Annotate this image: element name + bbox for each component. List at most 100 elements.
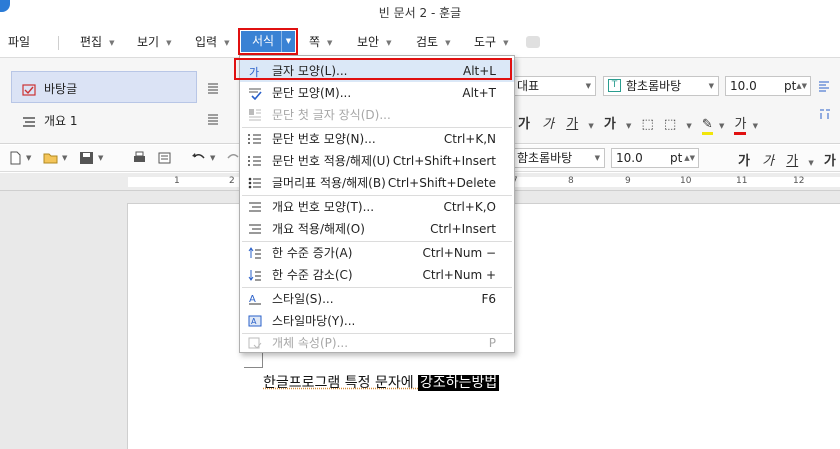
save-icon[interactable] [79,151,94,165]
chevron-down-icon[interactable]: ▼ [626,122,631,130]
strike-icon[interactable]: 가 [604,117,616,132]
menu-item-para-number-toggle[interactable]: 문단 번호 적용/해제(U) Ctrl+Shift+Insert [240,150,514,172]
menu-page[interactable]: 쪽 ▼ [309,31,332,53]
font-color-icon[interactable]: 가 [734,117,747,135]
char-spacing-icon[interactable] [818,107,834,123]
menu-item-outline-number[interactable]: 개요 번호 모양(T)... Ctrl+K,O [240,196,514,218]
open-folder-icon[interactable] [43,151,58,165]
menu-view[interactable]: 보기 ▼ [137,31,171,53]
menu-security-label: 보안 [357,35,380,49]
chevron-down-icon[interactable]: ▼ [281,31,295,52]
menu-review[interactable]: 검토 ▼ [416,31,450,53]
menu-item-outline-toggle[interactable]: 개요 적용/해제(O) Ctrl+Insert [240,218,514,240]
menu-page-label: 쪽 [309,35,321,49]
italic-icon[interactable]: 가 [542,117,554,132]
chevron-down-icon: ▼ [445,38,451,47]
menu-item-label: 글머리표 적용/해제(B) [272,176,386,190]
chevron-down-icon: ▼ [166,38,172,47]
align-icon[interactable] [207,82,219,94]
bold-icon[interactable]: 가 [518,117,530,132]
menu-item-label: 스타일마당(Y)... [272,314,356,328]
document-text-plain: 한글프로그램 특정 문자에 [263,375,419,391]
bold-icon[interactable]: 가 [738,154,750,169]
toolbar-font-size-combo[interactable]: 10.0 pt ▲▼ [611,148,699,168]
menu-item-style[interactable]: A 스타일(S)... F6 [240,288,514,310]
menu-item-para-number[interactable]: 문단 번호 모양(N)... Ctrl+K,N [240,128,514,150]
para-number-toggle-icon [248,156,261,166]
outline-toggle-icon [249,224,261,234]
style-gallery-icon: A [248,315,262,327]
ruler-number: 2 [229,176,235,186]
stepper-icon[interactable]: ▲▼ [796,77,807,95]
font-unit-label: pt [784,79,797,93]
stepper-icon[interactable]: ▲▼ [684,149,695,167]
menu-edit[interactable]: 편집 ▼ [80,31,114,53]
font-combo[interactable]: T 함초롬바탕 ▼ [603,76,719,96]
shade-icon[interactable]: ⬚ [664,117,676,132]
chevron-down-icon[interactable]: ▼ [26,154,31,162]
highlight-pen-icon[interactable]: ✎ [701,117,713,135]
toolbar-font-combo[interactable]: 함초롬바탕 ▼ [514,148,605,168]
menu-item-shortcut: Alt+L [463,64,496,78]
style-item-outline1[interactable]: 개요 1 [22,112,78,129]
menu-format[interactable]: 서식 ▼ [238,28,298,55]
menu-insert[interactable]: 입력 ▼ [195,31,229,53]
menu-item-level-up[interactable]: 한 수준 증가(A) Ctrl+Num − [240,242,514,264]
style-combo[interactable]: 대표 ▼ [514,76,596,96]
menu-item-bullet-toggle[interactable]: 글머리표 적용/해제(B) Ctrl+Shift+Delete [240,172,514,194]
toolbar-font-unit: pt [670,151,683,165]
chevron-down-icon[interactable]: ▼ [686,122,691,130]
menu-item-label: 문단 모양(M)... [272,86,352,100]
chevron-down-icon[interactable]: ▼ [210,154,215,162]
menu-item-object-props: 개체 속성(P)... P [240,332,514,354]
document-text[interactable]: 한글프로그램 특정 문자에 강조하는방법 [263,372,500,392]
align-icon[interactable] [207,113,219,125]
menu-format-fill: 서식 ▼ [241,31,295,52]
menu-item-shortcut: Ctrl+Num + [422,268,496,282]
strike-icon[interactable]: 가 [824,154,836,169]
new-doc-icon[interactable] [8,151,23,165]
ruler-number: 1 [174,176,180,186]
menu-item-shortcut: Alt+T [462,86,496,100]
print-icon[interactable] [132,151,147,165]
menu-item-level-down[interactable]: 한 수준 감소(C) Ctrl+Num + [240,264,514,286]
underline-icon[interactable]: 가 [566,117,578,132]
menu-item-shortcut: Ctrl+K,O [443,200,496,214]
chevron-down-icon[interactable]: ▼ [62,154,67,162]
crop-mark [244,367,263,368]
menu-item-label: 문단 번호 모양(N)... [272,132,376,146]
style-item-normal[interactable]: 바탕글 [22,80,77,97]
menu-item-label: 글자 모양(L)... [272,64,348,78]
chevron-down-icon[interactable]: ▼ [808,159,813,167]
menu-item-label: 한 수준 감소(C) [272,268,353,282]
plugin-icon[interactable] [526,36,540,48]
chevron-down-icon[interactable]: ▼ [753,122,758,130]
chevron-down-icon: ▼ [109,38,115,47]
italic-icon[interactable]: 가 [762,154,774,169]
menu-item-para-shape[interactable]: 문단 모양(M)... Alt+T [240,82,514,104]
ruler-number: 12 [793,176,805,186]
border-icon[interactable]: ⬚ [642,117,654,132]
font-size-combo[interactable]: 10.0 pt ▲▼ [725,76,811,96]
chevron-down-icon[interactable]: ▼ [588,122,593,130]
menu-tools[interactable]: 도구 ▼ [474,31,508,53]
align-left-icon[interactable] [818,80,830,92]
para-number-icon [248,134,261,144]
underline-icon[interactable]: 가 [786,154,798,169]
chevron-down-icon[interactable]: ▼ [98,154,103,162]
style-icon: A [249,294,261,305]
menu-item-char-shape[interactable]: 가 글자 모양(L)... Alt+L [240,60,514,82]
chevron-down-icon[interactable]: ▼ [719,122,724,130]
menu-security[interactable]: 보안 ▼ [357,31,391,53]
print-preview-icon[interactable] [157,151,172,165]
menu-separator [58,36,59,50]
undo-icon[interactable] [191,151,206,165]
chevron-down-icon: ▼ [585,82,591,90]
font-combo-value: 함초롬바탕 [626,79,682,93]
font-size-value: 10.0 [730,79,757,93]
style-normal-icon [22,83,36,96]
menu-item-shortcut: Ctrl+Shift+Insert [392,154,496,168]
menu-item-style-gallery[interactable]: A 스타일마당(Y)... [240,310,514,332]
chevron-down-icon: ▼ [708,82,714,90]
menu-file[interactable]: 파일 [8,31,30,53]
